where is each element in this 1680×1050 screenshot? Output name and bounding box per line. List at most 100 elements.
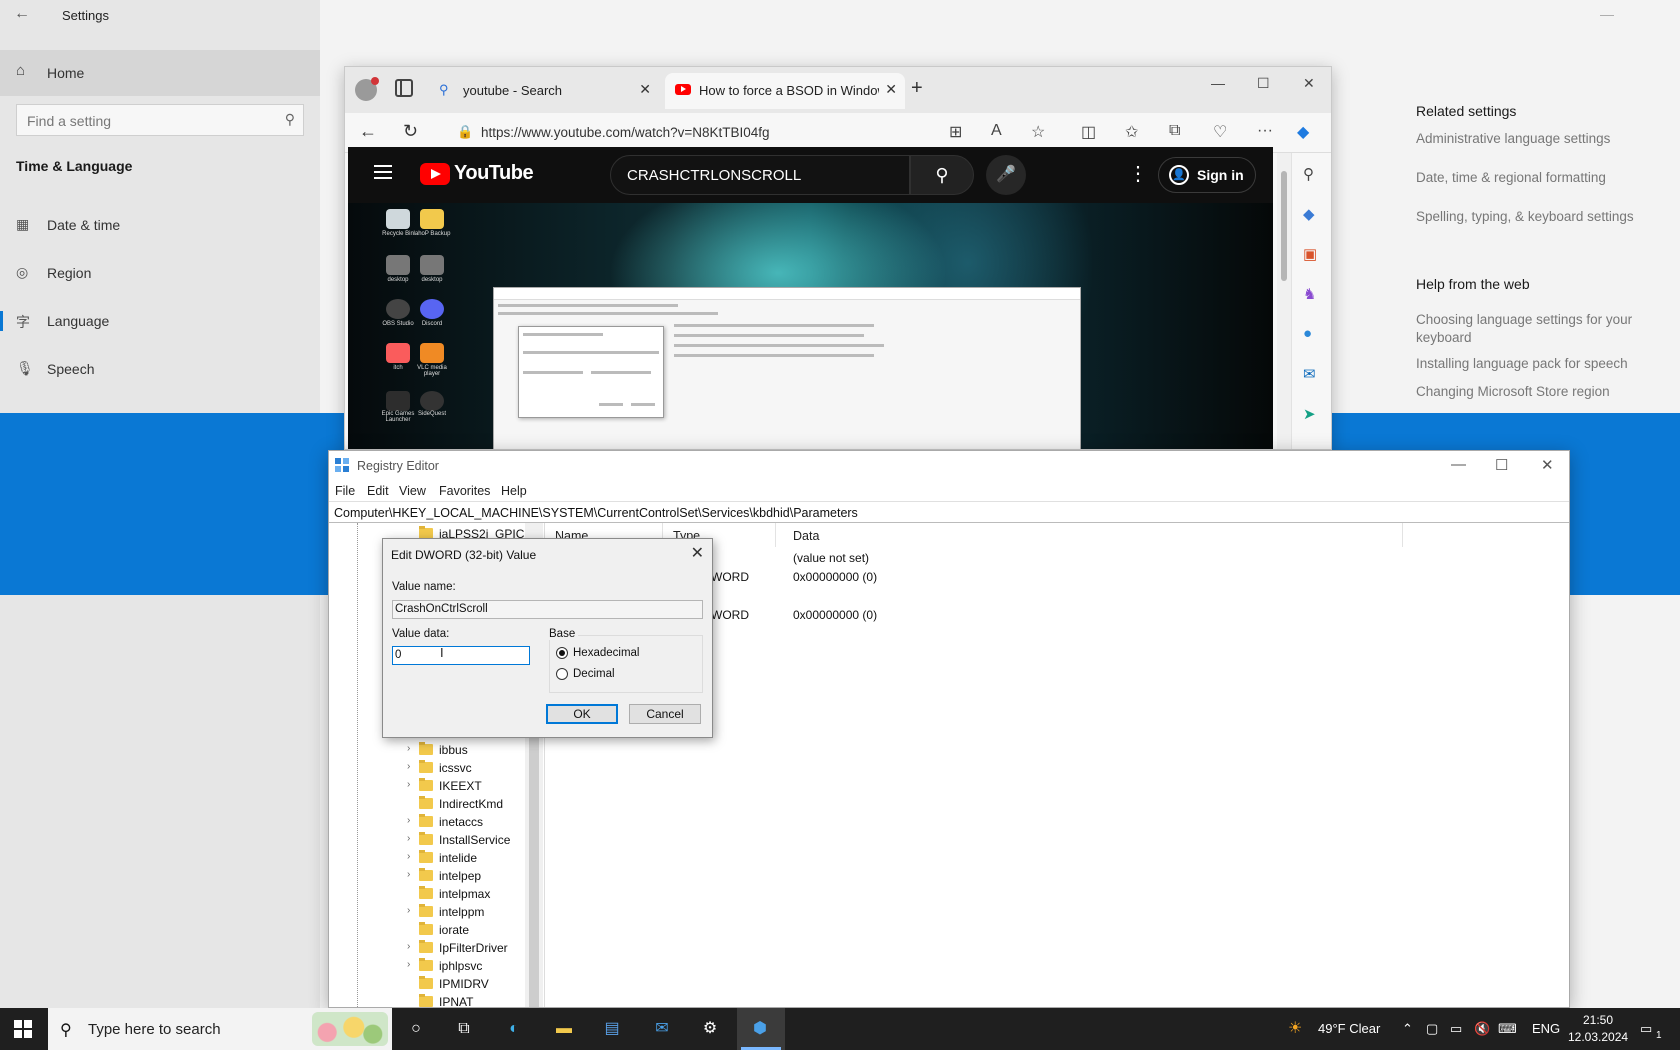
tree-item[interactable]: intelpmax: [417, 885, 521, 903]
refresh-icon[interactable]: ↻: [403, 121, 418, 142]
minimize-icon[interactable]: —: [1600, 6, 1614, 22]
tree-item[interactable]: › IKEEXT: [407, 777, 521, 795]
sign-in-button[interactable]: 👤 Sign in: [1158, 157, 1256, 193]
tab-youtube-search[interactable]: ⚲ youtube - Search ✕: [429, 73, 659, 109]
outlook-icon[interactable]: ✉: [1303, 365, 1316, 383]
more-menu-icon[interactable]: ···: [1257, 122, 1273, 140]
chevron-right-icon[interactable]: ›: [407, 905, 410, 916]
tools-icon[interactable]: ▣: [1303, 245, 1317, 263]
apps-icon[interactable]: ⊞: [949, 122, 962, 142]
windows-start-icon[interactable]: [14, 1020, 32, 1038]
hamburger-menu-icon[interactable]: [374, 165, 392, 179]
youtube-logo-text[interactable]: YouTube: [454, 162, 534, 185]
close-icon[interactable]: ✕: [1541, 456, 1554, 474]
help-link[interactable]: Changing Microsoft Store region: [1416, 383, 1656, 401]
chevron-right-icon[interactable]: ›: [407, 743, 410, 754]
ok-button[interactable]: OK: [546, 704, 618, 724]
chevron-right-icon[interactable]: ›: [407, 761, 410, 772]
sidebar-item-region[interactable]: ◎ Region: [0, 253, 320, 293]
back-arrow-icon[interactable]: ←: [14, 5, 30, 23]
tab-video[interactable]: How to force a BSOD in Windows ✕: [665, 73, 905, 109]
taskbar-search-input[interactable]: ⚲ Type here to search: [48, 1008, 392, 1050]
new-tab-button[interactable]: +: [911, 77, 923, 100]
url-field[interactable]: 🔒 https://www.youtube.com/watch?v=N8KtTB…: [449, 119, 889, 147]
browser-essentials-icon[interactable]: ♡: [1213, 122, 1227, 142]
keyboard-icon[interactable]: ⌨: [1498, 1021, 1517, 1037]
radio-decimal[interactable]: [556, 668, 568, 680]
menu-favorites[interactable]: Favorites: [439, 484, 490, 498]
page-scrollbar[interactable]: [1277, 153, 1291, 449]
tree-item[interactable]: iorate: [417, 921, 521, 939]
microsoft-store-icon[interactable]: ▤: [598, 1017, 626, 1041]
weather-icon[interactable]: ☀: [1288, 1018, 1302, 1038]
sidebar-item-language[interactable]: 字 Language: [0, 301, 320, 341]
column-header-data[interactable]: Data: [793, 529, 819, 543]
edge-browser-icon[interactable]: ◐: [500, 1017, 528, 1041]
file-explorer-icon[interactable]: ▬: [550, 1017, 578, 1041]
youtube-logo-icon[interactable]: [420, 163, 450, 185]
menu-help[interactable]: Help: [501, 484, 527, 498]
input-language[interactable]: ENG: [1532, 1021, 1560, 1036]
video-player[interactable]: Recycle Bin lahoP Backup desktop desktop…: [348, 203, 1273, 449]
minimize-icon[interactable]: —: [1451, 456, 1466, 473]
drop-send-icon[interactable]: ➤: [1303, 405, 1316, 423]
chevron-right-icon[interactable]: ›: [407, 779, 410, 790]
radio-hexadecimal[interactable]: [556, 647, 568, 659]
chevron-right-icon[interactable]: ›: [407, 833, 410, 844]
tree-item[interactable]: › intelide: [407, 849, 521, 867]
chevron-right-icon[interactable]: ›: [407, 869, 410, 880]
close-tab-icon[interactable]: ✕: [885, 81, 897, 98]
cortana-icon[interactable]: ○: [402, 1017, 430, 1041]
shopping-tag-icon[interactable]: ◆: [1303, 205, 1315, 223]
settings-search-input[interactable]: Find a setting ⚲: [16, 104, 304, 136]
help-link[interactable]: Installing language pack for speech: [1416, 355, 1656, 373]
hexadecimal-label[interactable]: Hexadecimal: [573, 647, 639, 659]
tree-item[interactable]: › icssvc: [407, 759, 521, 777]
tree-item[interactable]: › intelppm: [407, 903, 521, 921]
decimal-label[interactable]: Decimal: [573, 668, 615, 680]
tree-item[interactable]: IPMIDRV: [417, 975, 521, 993]
tree-item[interactable]: › iphlpsvc: [407, 957, 521, 975]
split-screen-icon[interactable]: ◫: [1081, 122, 1096, 142]
tree-item[interactable]: › inetaccs: [407, 813, 521, 831]
chevron-right-icon[interactable]: ›: [407, 941, 410, 952]
maximize-icon[interactable]: ☐: [1257, 75, 1270, 92]
cancel-button[interactable]: Cancel: [629, 704, 701, 724]
tree-item[interactable]: IndirectKmd: [417, 795, 521, 813]
close-icon[interactable]: ✕: [691, 543, 704, 563]
copilot-icon[interactable]: ◆: [1297, 122, 1309, 142]
tree-item[interactable]: › InstallService: [407, 831, 521, 849]
tree-item[interactable]: IPNAT: [417, 993, 521, 1007]
chevron-right-icon[interactable]: ›: [407, 815, 410, 826]
read-aloud-icon[interactable]: A: [991, 122, 1002, 140]
search-icon[interactable]: ⚲: [1303, 165, 1314, 183]
collections-icon[interactable]: ⧉: [1169, 122, 1180, 140]
favorite-star-icon[interactable]: ☆: [1031, 122, 1045, 142]
chevron-up-icon[interactable]: ⌃: [1402, 1021, 1413, 1037]
menu-view[interactable]: View: [399, 484, 426, 498]
tree-item[interactable]: › intelpep: [407, 867, 521, 885]
close-icon[interactable]: ✕: [1303, 75, 1315, 92]
related-link[interactable]: Spelling, typing, & keyboard settings: [1416, 208, 1656, 226]
tree-item[interactable]: › IpFilterDriver: [407, 939, 521, 957]
sidebar-item-date-time[interactable]: ▦ Date & time: [0, 205, 320, 245]
weather-text[interactable]: 49°F Clear: [1318, 1021, 1380, 1036]
volume-muted-icon[interactable]: 🔇: [1474, 1021, 1490, 1037]
chevron-right-icon[interactable]: ›: [407, 851, 410, 862]
meet-now-icon[interactable]: ▢: [1426, 1021, 1438, 1037]
menu-file[interactable]: File: [335, 484, 355, 498]
settings-home[interactable]: ⌂ Home: [0, 50, 320, 96]
tab-actions-icon[interactable]: [395, 79, 413, 97]
registry-address-bar[interactable]: Computer\HKEY_LOCAL_MACHINE\SYSTEM\Curre…: [329, 501, 1569, 523]
menu-edit[interactable]: Edit: [367, 484, 389, 498]
value-data-input[interactable]: 0: [392, 646, 530, 665]
related-link[interactable]: Date, time & regional formatting: [1416, 169, 1656, 187]
more-options-icon[interactable]: ⋮: [1128, 161, 1148, 186]
microsoft-365-icon[interactable]: ●: [1303, 325, 1312, 342]
minimize-icon[interactable]: —: [1211, 75, 1225, 91]
related-link[interactable]: Administrative language settings: [1416, 130, 1656, 148]
youtube-search-input[interactable]: CRASHCTRLONSCROLL: [610, 155, 910, 195]
close-tab-icon[interactable]: ✕: [639, 81, 651, 98]
chevron-right-icon[interactable]: ›: [407, 959, 410, 970]
tree-item[interactable]: › ibbus: [407, 741, 521, 759]
